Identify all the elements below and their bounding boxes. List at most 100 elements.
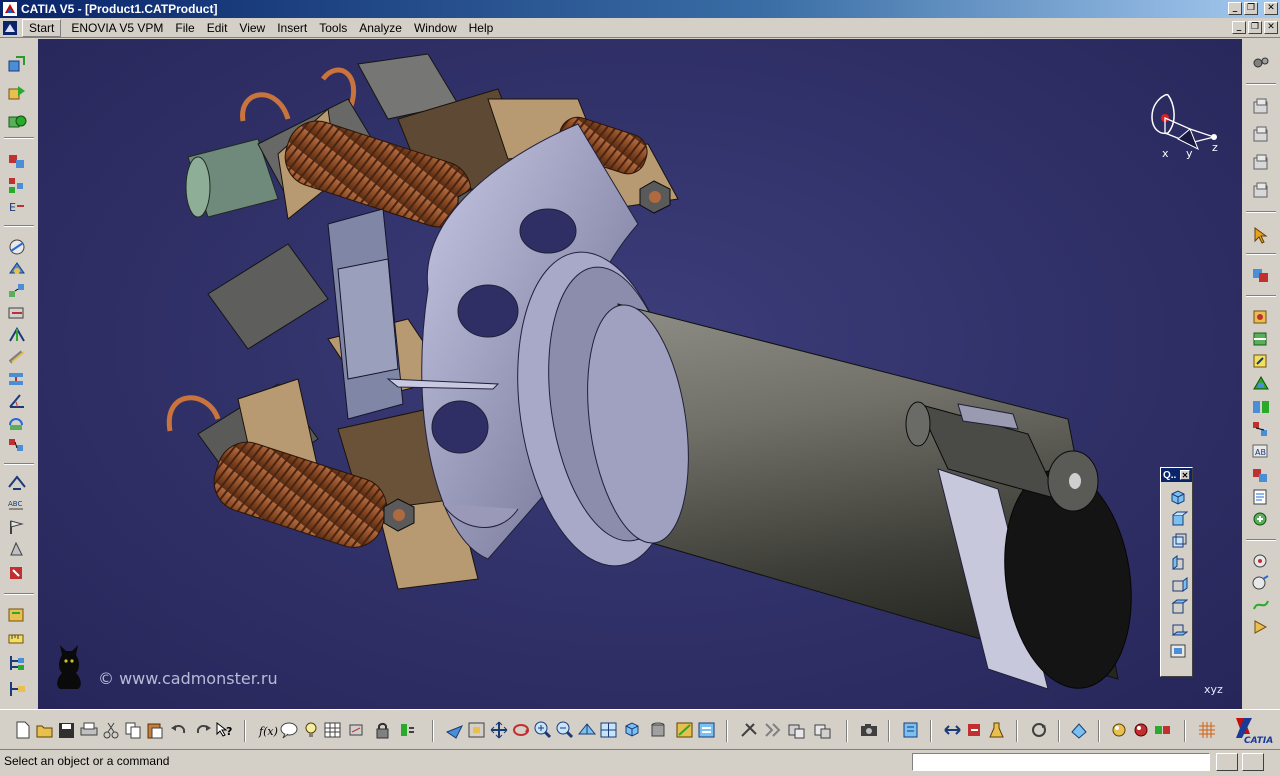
flask-icon[interactable]	[986, 720, 1008, 740]
select-cursor-icon[interactable]	[1250, 225, 1272, 245]
explode-icon[interactable]	[6, 281, 28, 301]
insert-new-product-icon[interactable]	[6, 83, 28, 103]
fix-component-icon[interactable]	[6, 413, 28, 433]
clash-detection-icon[interactable]	[1250, 265, 1272, 285]
formula-icon[interactable]: f(x)	[256, 720, 278, 740]
back-view-icon[interactable]	[1168, 532, 1188, 550]
knowledge-icon[interactable]	[398, 720, 420, 740]
track-icon[interactable]	[1250, 595, 1272, 615]
fit-all-in-icon[interactable]	[466, 720, 488, 740]
multi-view-icon[interactable]	[598, 720, 620, 740]
quick-view-titlebar[interactable]: Q.. ✕	[1161, 468, 1192, 482]
catalog-browser-icon[interactable]	[6, 563, 28, 583]
enhanced-scene-icon[interactable]	[1250, 573, 1272, 593]
new-file-icon[interactable]	[12, 720, 34, 740]
product-layer-3-icon[interactable]	[1250, 153, 1272, 173]
space-analysis-icon[interactable]	[1250, 307, 1272, 327]
copy-icon[interactable]	[122, 720, 144, 740]
flag-note-icon[interactable]	[6, 517, 28, 537]
assembly-model[interactable]	[38, 39, 1242, 709]
menu-start[interactable]: Start	[22, 18, 62, 37]
menu-view[interactable]: View	[233, 20, 271, 36]
manipulate-icon[interactable]	[942, 720, 964, 740]
measure-between-icon[interactable]	[1130, 720, 1152, 740]
insert-new-component-icon[interactable]	[6, 55, 28, 75]
menu-help[interactable]: Help	[463, 20, 500, 36]
menu-enovia[interactable]: ENOVIA V5 VPM	[65, 20, 169, 36]
coincidence-constraint-icon[interactable]	[6, 325, 28, 345]
zoom-in-icon[interactable]	[532, 720, 554, 740]
grid-icon[interactable]	[1196, 720, 1218, 740]
print-icon[interactable]	[78, 720, 100, 740]
cut-icon[interactable]	[100, 720, 122, 740]
front-view-icon[interactable]	[1168, 510, 1189, 528]
mechanical-structure-icon[interactable]	[1250, 465, 1272, 485]
catalog-icon[interactable]	[900, 720, 922, 740]
catia-app-icon[interactable]	[2, 1, 18, 17]
move-icon[interactable]	[964, 720, 986, 740]
command-input[interactable]	[912, 753, 1210, 771]
status-button-right[interactable]	[1242, 753, 1264, 771]
cut-product-icon[interactable]	[738, 720, 760, 740]
text-annotation-icon[interactable]: ABC	[6, 495, 28, 515]
bottom-view-icon[interactable]	[1168, 620, 1189, 638]
product-layer-1-icon[interactable]	[1250, 97, 1272, 117]
named-views-icon[interactable]	[1168, 642, 1188, 660]
product-layer-2-icon[interactable]	[1250, 125, 1272, 145]
open-file-icon[interactable]	[34, 720, 56, 740]
generate-numbering-icon[interactable]: E	[6, 197, 28, 217]
weld-feature-icon[interactable]	[6, 539, 28, 559]
normal-view-icon[interactable]	[576, 720, 598, 740]
whats-this-icon[interactable]: ?	[214, 720, 236, 740]
reframe-icon[interactable]	[1068, 720, 1090, 740]
product-structure-icon[interactable]	[6, 679, 28, 699]
menu-tools[interactable]: Tools	[313, 20, 353, 36]
pan-icon[interactable]	[488, 720, 510, 740]
hide-show-icon[interactable]	[674, 720, 696, 740]
contact-constraint-icon[interactable]	[6, 347, 28, 367]
apply-material-icon[interactable]	[1108, 720, 1130, 740]
undo-icon[interactable]	[168, 720, 190, 740]
fix-together-icon[interactable]	[6, 435, 28, 455]
assembly-features-icon[interactable]	[1250, 509, 1272, 529]
swap-visible-space-icon[interactable]	[696, 720, 718, 740]
lock-icon[interactable]	[372, 720, 394, 740]
angle-constraint-icon[interactable]	[6, 391, 28, 411]
stop-manipulate-on-clash-icon[interactable]	[6, 303, 28, 323]
fly-mode-icon[interactable]	[444, 720, 466, 740]
scenes-icon[interactable]	[1250, 551, 1272, 571]
compute-clash-icon[interactable]	[1250, 373, 1272, 393]
capture-icon[interactable]	[858, 720, 880, 740]
menu-window[interactable]: Window	[408, 20, 463, 36]
quick-view-close-button[interactable]: ✕	[1180, 470, 1190, 480]
shading-icon[interactable]	[648, 720, 670, 740]
specification-tree-icon[interactable]	[6, 653, 28, 673]
lightbulb-icon[interactable]	[300, 720, 322, 740]
compute-distance-icon[interactable]	[1250, 397, 1272, 417]
gear-icon[interactable]	[1250, 53, 1272, 73]
load-component-icon[interactable]	[786, 720, 808, 740]
quick-constraint-icon[interactable]	[6, 473, 28, 493]
doc-restore-button[interactable]: ❐	[1248, 21, 1262, 34]
top-view-icon[interactable]	[1168, 598, 1189, 616]
unload-component-icon[interactable]	[812, 720, 834, 740]
snap-icon[interactable]	[6, 259, 28, 279]
isometric-view-icon[interactable]	[1168, 488, 1188, 506]
zoom-out-icon[interactable]	[554, 720, 576, 740]
menu-file[interactable]: File	[169, 20, 200, 36]
simulation-player-icon[interactable]	[1250, 617, 1272, 637]
insert-new-part-icon[interactable]	[6, 111, 28, 131]
publication-icon[interactable]	[1250, 487, 1272, 507]
expand-icon[interactable]	[762, 720, 784, 740]
menu-analyze[interactable]: Analyze	[353, 20, 408, 36]
constraint-analysis-icon[interactable]: AB	[1250, 441, 1272, 461]
dependency-analysis-icon[interactable]	[1250, 419, 1272, 439]
comment-icon[interactable]	[278, 720, 300, 740]
close-button[interactable]: ✕	[1264, 2, 1278, 15]
menu-insert[interactable]: Insert	[271, 20, 313, 36]
sectioning-icon[interactable]	[1250, 329, 1272, 349]
right-view-icon[interactable]	[1168, 576, 1188, 594]
measure-item-icon[interactable]	[1152, 720, 1174, 740]
offset-constraint-icon[interactable]	[6, 369, 28, 389]
compass-widget[interactable]: x y z	[1138, 91, 1230, 169]
